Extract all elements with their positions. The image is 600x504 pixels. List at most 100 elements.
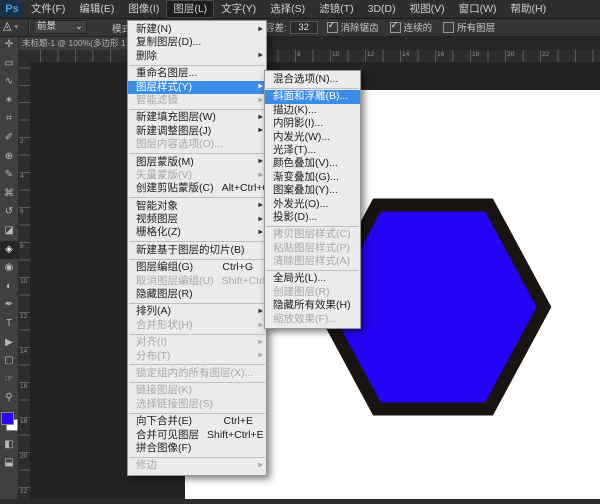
- menubar-item[interactable]: 视图(V): [403, 0, 452, 18]
- menu-item[interactable]: 向下合并(E) Ctrl+E ▶: [128, 415, 266, 428]
- menu-item[interactable]: 锁定组内的所有图层(X)... ▶: [128, 367, 266, 380]
- document-tab[interactable]: 未标题-1 @ 100%(多边形 1: [18, 36, 139, 50]
- menu-item[interactable]: 创建剪贴蒙版(C) Alt+Ctrl+G ▶: [128, 182, 266, 195]
- menu-item[interactable]: 合并可见图层 Shift+Ctrl+E ▶: [128, 429, 266, 442]
- fill-source-select[interactable]: 前景 ⌄: [33, 20, 87, 34]
- menubar-item[interactable]: 3D(D): [361, 0, 403, 18]
- chevron-down-icon: ⌄: [75, 21, 83, 33]
- menu-item[interactable]: 复制图层(D)... ▶: [128, 36, 266, 49]
- submenu-item[interactable]: 创建图层(R) ▶: [265, 286, 360, 299]
- submenu-item[interactable]: 混合选项(N)... ▶: [265, 73, 360, 86]
- menu-separator: [129, 334, 265, 335]
- menu-item[interactable]: 拼合图像(F) ▶: [128, 442, 266, 455]
- eyedropper-tool[interactable]: ✐: [0, 129, 18, 148]
- menu-item[interactable]: 排列(A) ▶: [128, 305, 266, 318]
- menubar-item[interactable]: 图像(I): [121, 0, 166, 18]
- menu-item[interactable]: 栅格化(Z) ▶: [128, 226, 266, 239]
- menu-item[interactable]: 图层样式(Y) ▶: [128, 81, 266, 94]
- foreground-color-swatch[interactable]: [1, 412, 14, 425]
- lasso-tool[interactable]: ∿: [0, 73, 18, 92]
- menubar-item[interactable]: 编辑(E): [72, 0, 121, 18]
- submenu-item[interactable]: 光泽(T)... ▶: [265, 144, 360, 157]
- menu-item[interactable]: 图层蒙版(M) ▶: [128, 156, 266, 169]
- submenu-item[interactable]: 缩放效果(F)... ▶: [265, 313, 360, 326]
- tool-bar: ✛▭∿✶⌗✐⊕✎⌘↺◪◈◉◐✒T▶▢☞⚲ ◧ ⬓: [0, 36, 19, 499]
- menu-item[interactable]: 修边 ▶: [128, 459, 266, 472]
- pen-tool[interactable]: ✒: [0, 296, 18, 315]
- blur-tool[interactable]: ◉: [0, 259, 18, 278]
- submenu-item[interactable]: 外发光(O)... ▶: [265, 198, 360, 211]
- menu-item[interactable]: 新建基于图层的切片(B) ▶: [128, 244, 266, 257]
- ruler-number: 22: [20, 488, 27, 495]
- submenu-item[interactable]: 全局光(L)... ▶: [265, 272, 360, 285]
- clone-stamp-tool[interactable]: ⌘: [0, 185, 18, 204]
- eraser-tool[interactable]: ◪: [0, 222, 18, 241]
- menu-item[interactable]: 新建(N) ▶: [128, 23, 266, 36]
- submenu-item[interactable]: 清除图层样式(A) ▶: [265, 255, 360, 268]
- dodge-tool[interactable]: ◐: [0, 278, 18, 297]
- type-tool[interactable]: T: [0, 315, 18, 334]
- menu-bar: Ps 文件(F)编辑(E)图像(I)图层(L)文字(Y)选择(S)滤镜(T)3D…: [0, 0, 600, 19]
- ruler-number: 14: [20, 348, 27, 355]
- menu-item[interactable]: 智能对象 ▶: [128, 200, 266, 213]
- menu-item[interactable]: 新建调整图层(J) ▶: [128, 125, 266, 138]
- menu-item[interactable]: 链接图层(K) ▶: [128, 384, 266, 397]
- menu-item[interactable]: 删除 ▶: [128, 50, 266, 63]
- color-swatches: [0, 410, 18, 436]
- menu-item[interactable]: 隐藏图层(R) ▶: [128, 288, 266, 301]
- tolerance-input[interactable]: 32: [290, 21, 318, 34]
- menu-item[interactable]: 选择链接图层(S) ▶: [128, 398, 266, 411]
- quick-mask-button[interactable]: ◧: [0, 436, 18, 455]
- healing-brush-tool[interactable]: ⊕: [0, 148, 18, 167]
- menu-item[interactable]: 智能滤镜 ▶: [128, 94, 266, 107]
- quick-selection-tool[interactable]: ✶: [0, 92, 18, 111]
- ruler-number: 18: [20, 418, 27, 425]
- menubar-item[interactable]: 选择(S): [263, 0, 312, 18]
- hand-tool[interactable]: ☞: [0, 371, 18, 390]
- menu-item[interactable]: 分布(T) ▶: [128, 350, 266, 363]
- checkbox-box: [390, 22, 401, 33]
- brush-tool[interactable]: ✎: [0, 166, 18, 185]
- marquee-tool[interactable]: ▭: [0, 55, 18, 74]
- menu-item[interactable]: 图层编组(G) Ctrl+G ▶: [128, 261, 266, 274]
- option-checkbox[interactable]: 消除锯齿: [327, 20, 379, 34]
- crop-tool[interactable]: ⌗: [0, 110, 18, 129]
- menubar-item[interactable]: 窗口(W): [452, 0, 504, 18]
- menu-item[interactable]: 重命名图层... ▶: [128, 67, 266, 80]
- path-selection-tool[interactable]: ▶: [0, 334, 18, 353]
- paint-bucket-tool[interactable]: ◈: [0, 241, 18, 260]
- menu-item[interactable]: 新建填充图层(W) ▶: [128, 111, 266, 124]
- submenu-item[interactable]: 颜色叠加(V)... ▶: [265, 157, 360, 170]
- option-checkbox[interactable]: 连续的: [390, 20, 433, 34]
- submenu-item[interactable]: 拷贝图层样式(C) ▶: [265, 228, 360, 241]
- shape-tool[interactable]: ▢: [0, 352, 18, 371]
- submenu-item[interactable]: 描边(K)... ▶: [265, 104, 360, 117]
- menu-item[interactable]: 矢量蒙版(V) ▶: [128, 169, 266, 182]
- menubar-item[interactable]: 滤镜(T): [312, 0, 360, 18]
- submenu-item[interactable]: 粘贴图层样式(P) ▶: [265, 242, 360, 255]
- menu-item[interactable]: 视频图层 ▶: [128, 213, 266, 226]
- submenu-item[interactable]: 渐变叠加(G)... ▶: [265, 171, 360, 184]
- menu-item[interactable]: 图层内容选项(O)... ▶: [128, 138, 266, 151]
- zoom-tool[interactable]: ⚲: [0, 389, 18, 408]
- move-tool[interactable]: ✛: [0, 36, 18, 55]
- menubar-item[interactable]: 文字(Y): [214, 0, 263, 18]
- option-checkbox[interactable]: 所有图层: [443, 20, 495, 34]
- menubar-item[interactable]: 文件(F): [24, 0, 72, 18]
- submenu-item[interactable]: 隐藏所有效果(H) ▶: [265, 299, 360, 312]
- paint-bucket-tool-preset[interactable]: ◬ ▾: [3, 19, 18, 32]
- submenu-item[interactable]: 图案叠加(Y)... ▶: [265, 184, 360, 197]
- menu-item[interactable]: 取消图层编组(U) Shift+Ctrl+G ▶: [128, 275, 266, 288]
- submenu-item[interactable]: 斜面和浮雕(B)... ▶: [265, 90, 360, 103]
- history-brush-tool[interactable]: ↺: [0, 203, 18, 222]
- menu-item[interactable]: 合并形状(H) ▶: [128, 319, 266, 332]
- ruler-number: 10: [332, 51, 339, 58]
- menubar-item[interactable]: 帮助(H): [504, 0, 554, 18]
- submenu-item[interactable]: 内阴影(I)... ▶: [265, 117, 360, 130]
- submenu-arrow-icon: ▶: [258, 156, 263, 169]
- screen-mode-button[interactable]: ⬓: [0, 454, 18, 473]
- submenu-item[interactable]: 投影(D)... ▶: [265, 211, 360, 224]
- menu-item[interactable]: 对齐(I) ▶: [128, 336, 266, 349]
- menubar-item[interactable]: 图层(L): [166, 0, 214, 18]
- submenu-item[interactable]: 内发光(W)... ▶: [265, 131, 360, 144]
